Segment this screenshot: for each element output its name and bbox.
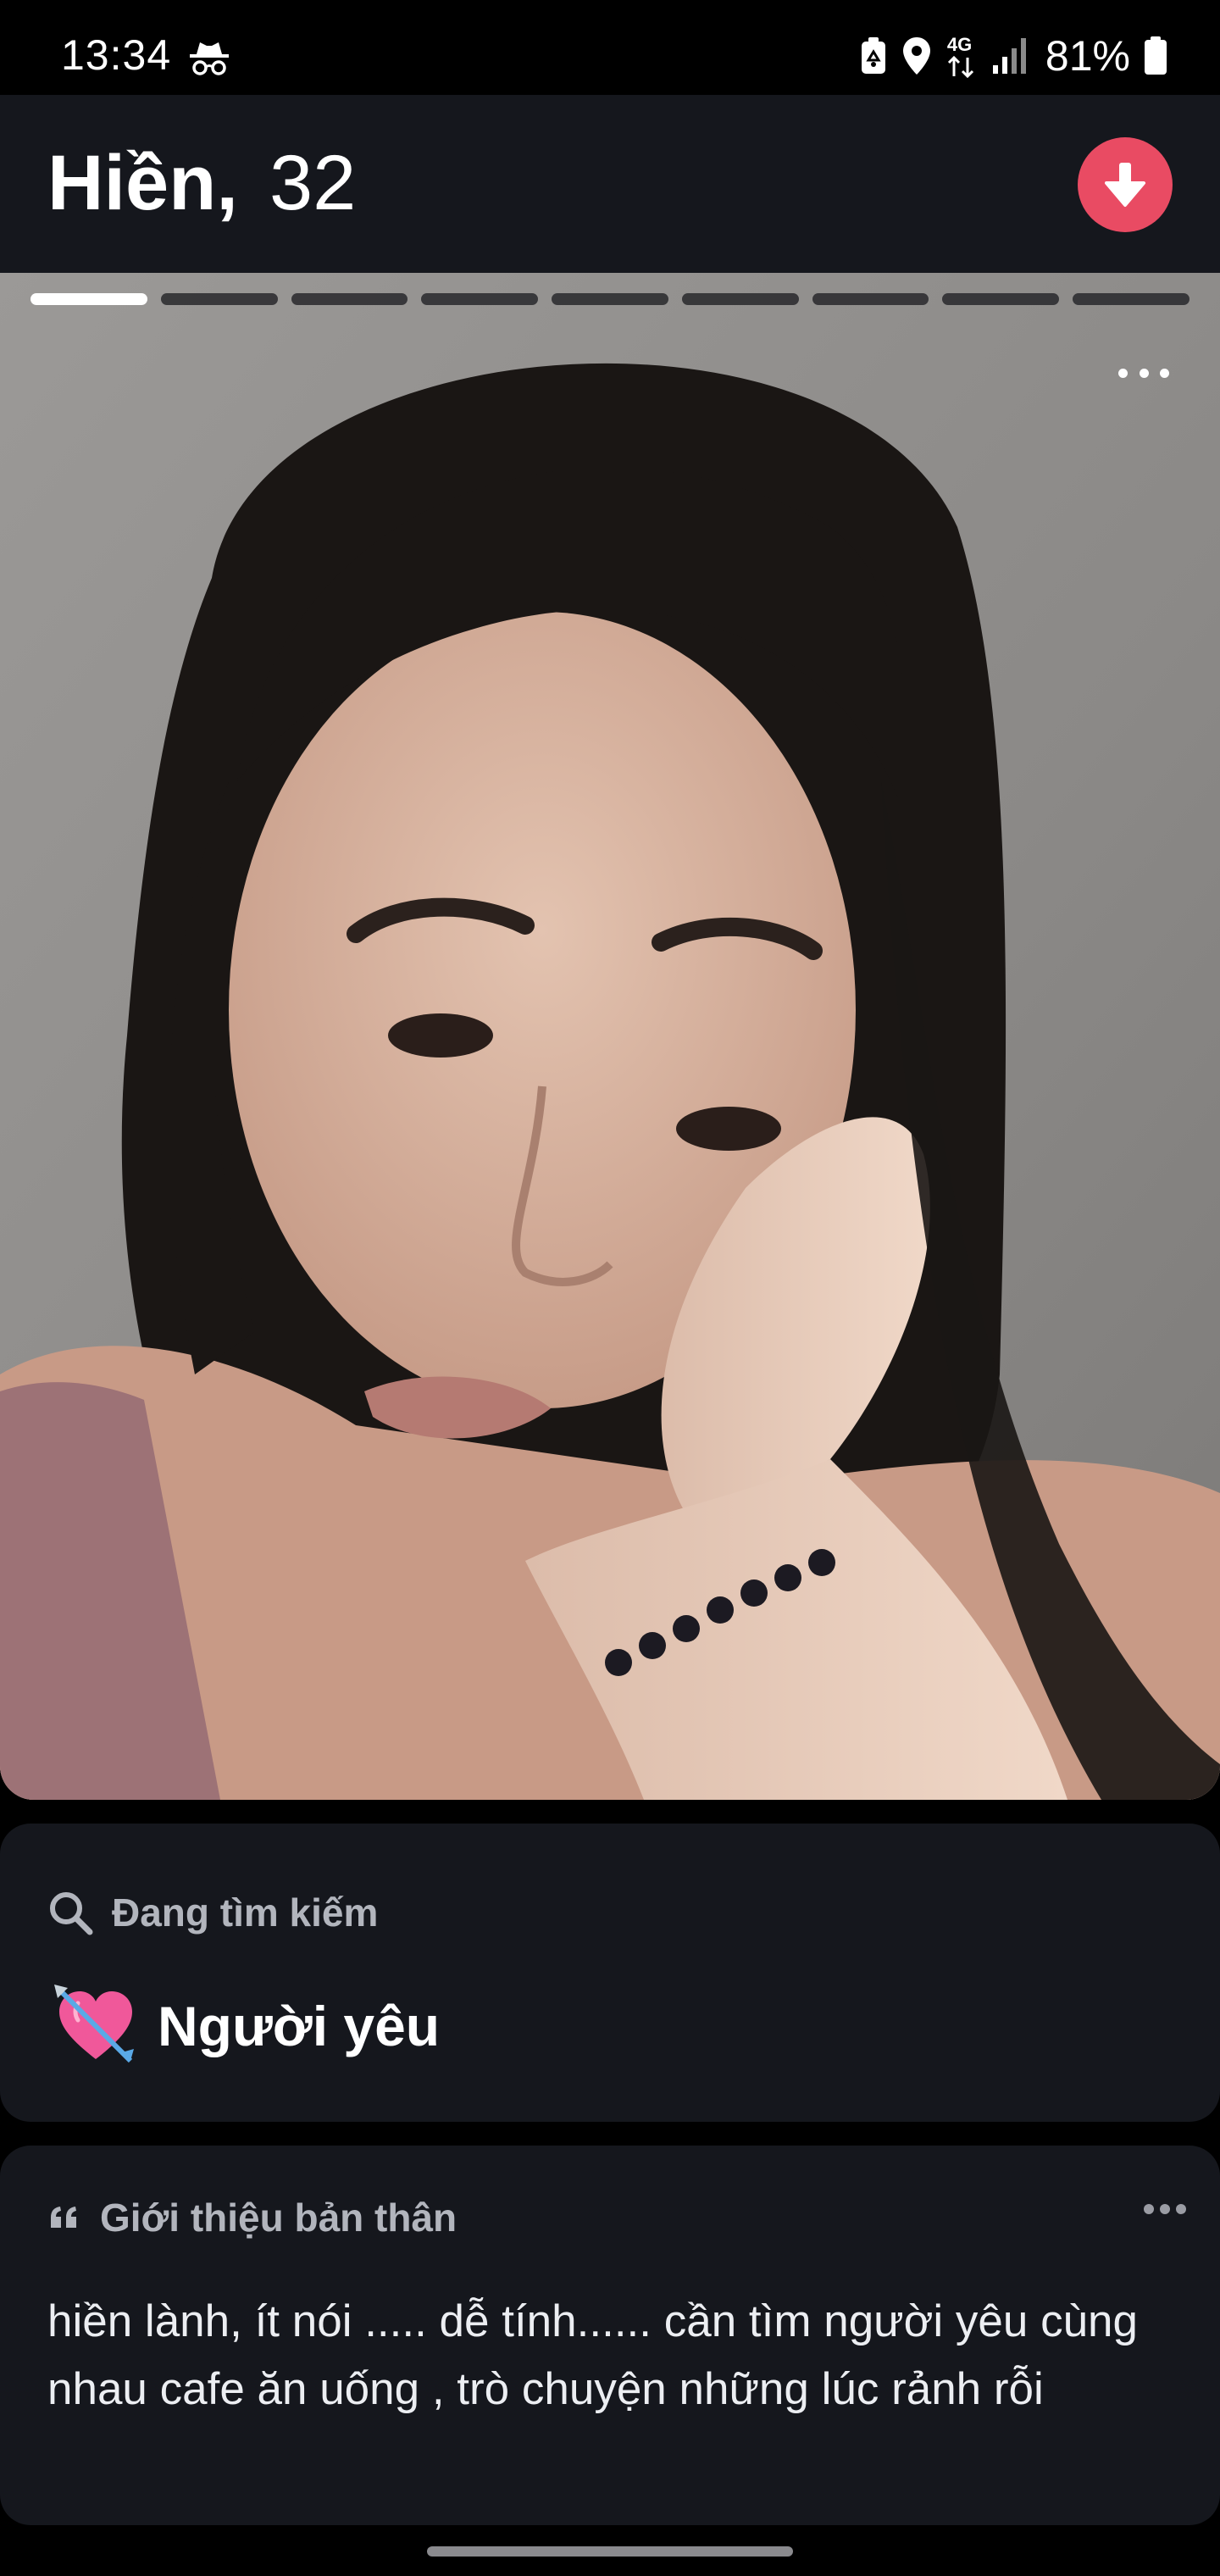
looking-for-value-row: Người yêu	[53, 1983, 440, 2069]
profile-screen: 13:34 4G 81% Hiền, 32 Đang tìm kiếm Ngườ…	[0, 0, 1220, 2576]
photo-indicator[interactable]	[812, 293, 929, 305]
status-time: 13:34	[61, 31, 172, 79]
search-icon	[50, 1892, 93, 1935]
looking-for-header: Đang tìm kiếm	[47, 1890, 378, 1935]
close-profile-button[interactable]	[1078, 137, 1173, 232]
looking-for-card: Đang tìm kiếm Người yêu	[0, 1824, 1220, 2122]
incognito-icon	[190, 42, 229, 75]
about-me-header: Giới thiệu bản thân	[47, 2195, 457, 2240]
photo-indicator[interactable]	[681, 293, 799, 305]
more-dot	[1139, 368, 1149, 378]
looking-for-label: Đang tìm kiếm	[112, 1890, 379, 1935]
network-4g-icon: 4G	[946, 34, 978, 78]
photo-indicator[interactable]	[30, 293, 147, 305]
more-dot	[1144, 2204, 1154, 2214]
quote-icon	[51, 2207, 76, 2228]
status-icons: 4G 81%	[859, 31, 1167, 81]
photo-indicator[interactable]	[291, 293, 408, 305]
battery-saver-icon	[861, 37, 885, 74]
home-indicator[interactable]	[427, 2546, 793, 2557]
profile-name: Hiền,	[47, 140, 238, 226]
photo-indicator[interactable]	[421, 293, 539, 305]
photo-progress-bar	[30, 293, 1190, 305]
about-me-text: hiền lành, ít nói ..... dễ tính...... cầ…	[47, 2296, 1139, 2414]
about-me-card: Giới thiệu bản thân hiền lành, ít nói ..…	[0, 2146, 1220, 2525]
more-dot	[1160, 2204, 1170, 2214]
about-me-label: Giới thiệu bản thân	[100, 2196, 458, 2240]
photo-indicator[interactable]	[552, 293, 668, 305]
status-bar: 13:34 4G 81%	[0, 0, 1220, 95]
looking-for-value: Người yêu	[158, 1995, 441, 2057]
arrow-down-icon	[1105, 163, 1145, 207]
about-more-options-button[interactable]	[1144, 2200, 1186, 2218]
profile-header: Hiền, 32	[0, 95, 1220, 273]
photo-indicator[interactable]	[1073, 293, 1190, 305]
battery-icon	[1145, 36, 1167, 75]
more-dot	[1176, 2204, 1186, 2214]
profile-photo	[0, 273, 1220, 1800]
battery-percentage: 81%	[1045, 32, 1130, 80]
photo-indicator[interactable]	[942, 293, 1060, 305]
heart-with-arrow-icon	[54, 1985, 134, 2063]
signal-icon	[992, 38, 1026, 74]
profile-age: 32	[269, 140, 357, 226]
photo-more-options-button[interactable]	[1118, 356, 1169, 390]
photo-indicator[interactable]	[160, 293, 278, 305]
more-dot	[1118, 368, 1128, 378]
profile-photo-card[interactable]	[0, 273, 1220, 1800]
more-dot	[1160, 368, 1169, 378]
location-icon	[902, 37, 930, 75]
network-type-label: 4G	[946, 34, 973, 55]
